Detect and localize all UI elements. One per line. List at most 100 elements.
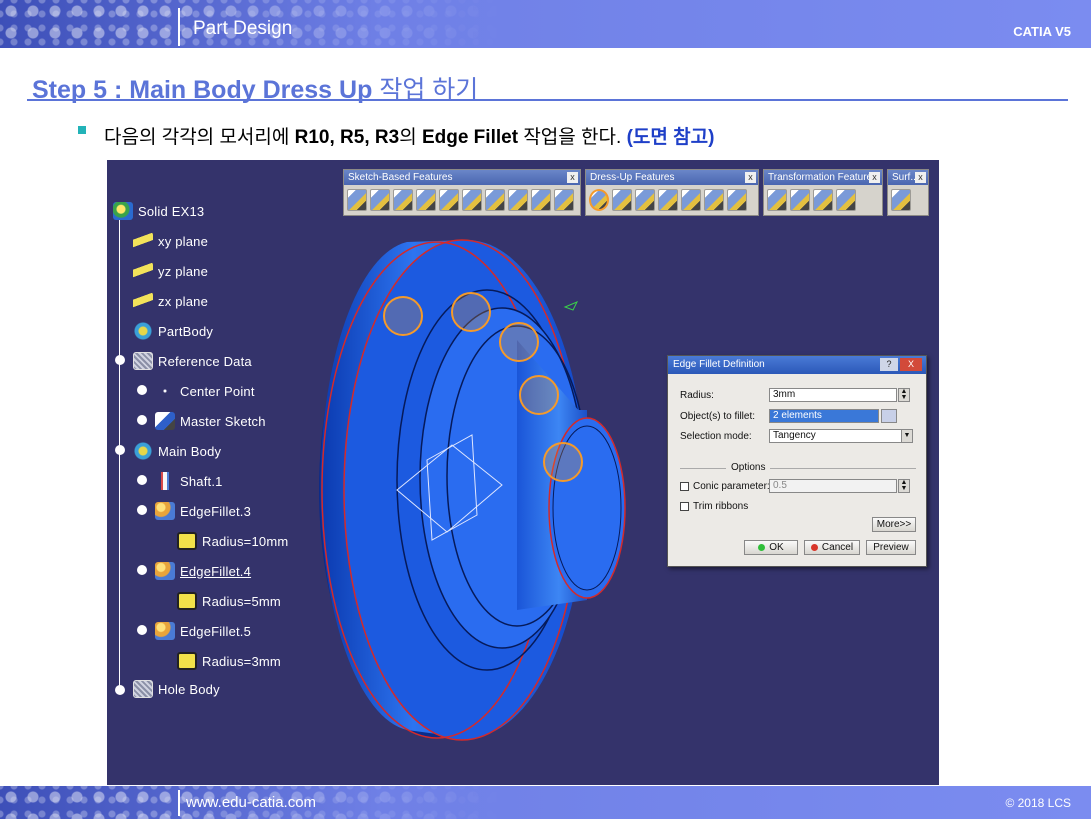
close-icon[interactable]: x	[567, 172, 578, 183]
footer-separator	[178, 790, 180, 816]
collapse-icon[interactable]	[137, 505, 147, 515]
translation-icon[interactable]	[767, 188, 787, 211]
edge-fillet-dialog[interactable]: Edge Fillet Definition ? X Radius: 3mm ▲…	[667, 355, 927, 567]
more-button[interactable]: More>>	[872, 517, 916, 532]
pattern-icon[interactable]	[813, 188, 833, 211]
help-icon[interactable]: ?	[880, 358, 898, 371]
tree-node-holebody[interactable]: Hole Body	[133, 678, 220, 700]
tree-label-partbody: PartBody	[158, 323, 214, 339]
expand-icon[interactable]	[115, 685, 125, 695]
tree-node-r10[interactable]: Radius=10mm	[177, 530, 288, 552]
remove-face-icon[interactable]	[727, 188, 747, 211]
stiffener-icon[interactable]	[508, 188, 528, 211]
objects-row: Object(s) to fillet:	[680, 408, 755, 424]
expand-icon[interactable]	[137, 385, 147, 395]
draft-icon[interactable]	[635, 188, 655, 211]
cancel-label: Cancel	[821, 542, 854, 553]
collapse-icon[interactable]	[115, 355, 125, 365]
footer-url: www.edu-catia.com	[186, 794, 317, 811]
toolbar-surface[interactable]: Surf... x	[887, 169, 929, 216]
fillet-callout-3	[499, 322, 539, 362]
collapse-icon[interactable]	[115, 445, 125, 455]
tree-node-root[interactable]: Solid EX13	[113, 200, 204, 222]
tree-node-mainbody[interactable]: Main Body	[133, 440, 221, 462]
tree-node-ef3[interactable]: EdgeFillet.3	[155, 500, 251, 522]
tree-node-ef4[interactable]: EdgeFillet.4	[155, 560, 251, 582]
cancel-led-icon	[810, 544, 818, 551]
close-icon[interactable]: X	[900, 358, 922, 371]
tree-node-r5[interactable]: Radius=5mm	[177, 590, 281, 612]
bullet-part-f: (도면 참고)	[626, 127, 715, 148]
tree-node-shaft[interactable]: Shaft.1	[155, 470, 223, 492]
tree-node-r3[interactable]: Radius=3mm	[177, 650, 281, 672]
catia-viewport[interactable]: Solid EX13 xy plane yz plane zx plane Pa…	[107, 160, 939, 785]
bullet-part-a: 다음의 각각의 모서리에	[104, 127, 290, 148]
trim-row[interactable]: Trim ribbons	[680, 498, 748, 514]
split-icon[interactable]	[891, 188, 911, 211]
toolbar-title: Transformation Features	[764, 170, 882, 185]
cancel-button[interactable]: Cancel	[804, 540, 860, 555]
part-icon	[113, 202, 133, 220]
tree-label-yz: yz plane	[158, 263, 209, 279]
ok-button[interactable]: OK	[744, 540, 798, 555]
tree-node-zx[interactable]: zx plane	[133, 290, 208, 312]
radius-input[interactable]: 3mm	[769, 388, 897, 402]
radius-spinner-icon[interactable]: ▲ ▼	[898, 388, 910, 402]
tree-node-yz[interactable]: yz plane	[133, 260, 208, 282]
mirror-icon[interactable]	[790, 188, 810, 211]
thickness-icon[interactable]	[681, 188, 701, 211]
scaling-icon[interactable]	[836, 188, 856, 211]
tree-label-mainbody: Main Body	[158, 443, 222, 459]
preview-button[interactable]: Preview	[866, 540, 916, 555]
remove-loft-icon[interactable]	[554, 188, 574, 211]
chamfer-icon[interactable]	[612, 188, 632, 211]
collapse-icon[interactable]	[137, 625, 147, 635]
tree-label-zx: zx plane	[158, 293, 209, 309]
edge-fillet-icon	[155, 622, 175, 640]
objects-input[interactable]: 2 elements	[769, 409, 879, 423]
tree-node-master[interactable]: Master Sketch	[155, 410, 266, 432]
trim-ribbons-checkbox[interactable]	[680, 501, 689, 511]
bullet-text: 다음의 각각의 모서리에 R10, R5, R3의 Edge Fillet 작업…	[104, 122, 714, 149]
tree-node-refdata[interactable]: Reference Data	[133, 350, 252, 372]
shaft-tool-icon[interactable]	[393, 188, 413, 211]
expand-icon[interactable]	[137, 475, 147, 485]
tree-node-center[interactable]: Center Point	[155, 380, 255, 402]
close-icon[interactable]: x	[745, 172, 756, 183]
rib-icon[interactable]	[462, 188, 482, 211]
tree-node-xy[interactable]: xy plane	[133, 230, 208, 252]
expand-icon[interactable]	[137, 415, 147, 425]
toolbar-dress-up[interactable]: Dress-Up Features x	[585, 169, 759, 216]
conic-spinner-icon[interactable]: ▲ ▼	[898, 479, 910, 493]
toolbar-buttons	[347, 187, 577, 212]
collapse-icon[interactable]	[137, 565, 147, 575]
parameter-icon	[177, 532, 197, 550]
tree-node-partbody[interactable]: PartBody	[133, 320, 213, 342]
bullet-part-c: 의	[399, 127, 417, 148]
chevron-down-icon[interactable]: ▼	[901, 429, 913, 443]
conic-input[interactable]: 0.5	[769, 479, 897, 493]
toolbar-title: Dress-Up Features	[586, 170, 758, 185]
toolbar-buttons	[589, 187, 755, 212]
toolbar-sketch-based[interactable]: Sketch-Based Features x	[343, 169, 581, 216]
edit-list-icon[interactable]	[881, 409, 897, 423]
shell-icon[interactable]	[658, 188, 678, 211]
slot-icon[interactable]	[485, 188, 505, 211]
conic-checkbox[interactable]	[680, 481, 689, 491]
selection-mode-select[interactable]: Tangency	[769, 429, 902, 443]
hole-icon[interactable]	[439, 188, 459, 211]
close-icon[interactable]: x	[869, 172, 880, 183]
close-icon[interactable]: x	[915, 172, 926, 183]
specification-tree[interactable]: Solid EX13 xy plane yz plane zx plane Pa…	[107, 160, 337, 720]
thread-icon[interactable]	[704, 188, 724, 211]
toolbar-transformation[interactable]: Transformation Features x	[763, 169, 883, 216]
trim-label: Trim ribbons	[693, 500, 749, 512]
parameter-icon	[177, 592, 197, 610]
edge-fillet-tool-icon[interactable]	[589, 188, 609, 211]
pocket-icon[interactable]	[370, 188, 390, 211]
tree-node-ef5[interactable]: EdgeFillet.5	[155, 620, 251, 642]
conic-row[interactable]: Conic parameter:	[680, 478, 770, 494]
groove-icon[interactable]	[416, 188, 436, 211]
pad-icon[interactable]	[347, 188, 367, 211]
loft-icon[interactable]	[531, 188, 551, 211]
